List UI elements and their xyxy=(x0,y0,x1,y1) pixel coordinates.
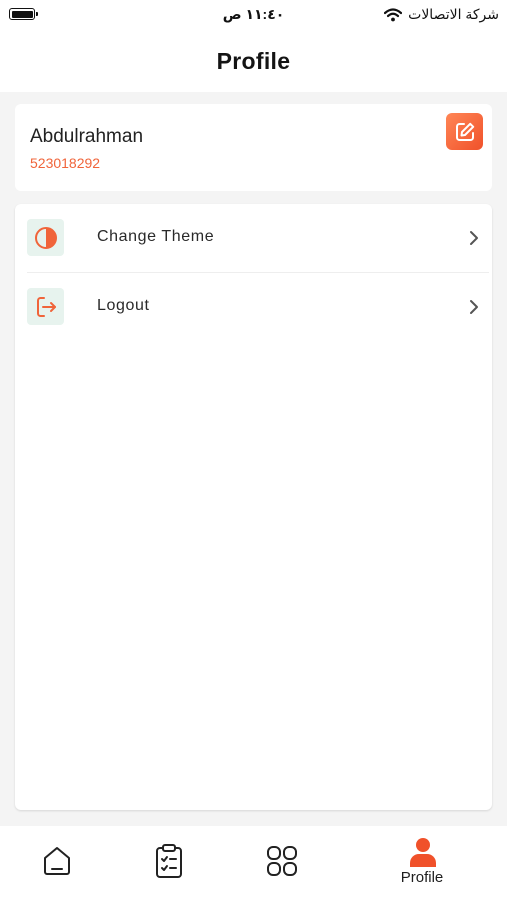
user-name: Abdulrahman xyxy=(30,126,144,147)
logout-icon xyxy=(36,296,56,317)
home-icon xyxy=(44,847,70,875)
carrier-name: شركة الاتصالات xyxy=(408,6,499,22)
wifi-icon xyxy=(384,7,403,22)
status-bar: ١١:٤٠ ص شركة الاتصالات xyxy=(0,0,507,30)
page-title: Profile xyxy=(216,47,291,74)
settings-menu: Change Theme Logout xyxy=(15,204,492,810)
logout-icon-tile xyxy=(27,288,64,325)
grid-apps-icon xyxy=(267,846,297,876)
nav-apps[interactable] xyxy=(251,826,311,900)
menu-item-label: Logout xyxy=(97,297,150,314)
bottom-nav: Profile xyxy=(0,826,507,900)
user-card: Abdulrahman 523018292 xyxy=(15,104,492,191)
theme-icon-tile xyxy=(27,219,64,256)
chevron-right-icon xyxy=(470,300,478,314)
app-header: Profile xyxy=(0,30,507,92)
user-icon xyxy=(410,838,436,867)
clipboard-checklist-icon xyxy=(156,844,182,878)
chevron-right-icon xyxy=(470,231,478,245)
menu-item-logout[interactable]: Logout xyxy=(15,273,492,341)
edit-profile-button[interactable] xyxy=(446,113,483,150)
menu-item-label: Change Theme xyxy=(97,228,215,245)
nav-profile[interactable]: Profile xyxy=(392,826,452,900)
theme-contrast-icon xyxy=(34,226,57,249)
edit-icon xyxy=(455,122,474,141)
nav-tasks[interactable] xyxy=(139,826,199,900)
user-phone: 523018292 xyxy=(30,155,101,171)
nav-home[interactable] xyxy=(27,826,87,900)
status-carrier: شركة الاتصالات xyxy=(384,6,499,23)
menu-item-change-theme[interactable]: Change Theme xyxy=(15,204,492,272)
nav-profile-label: Profile xyxy=(400,869,444,886)
